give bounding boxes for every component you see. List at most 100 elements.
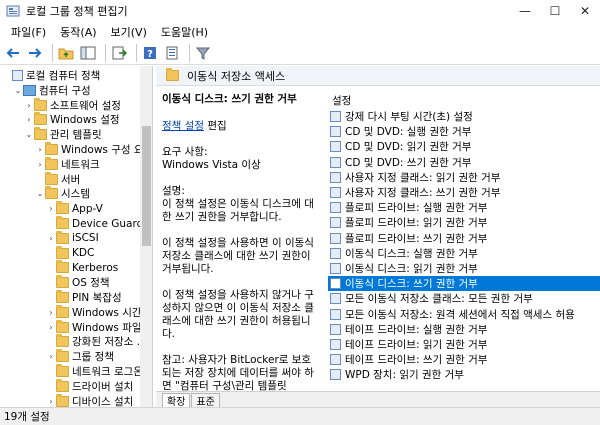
tree-item[interactable]: › App-V xyxy=(46,201,103,216)
tree-item[interactable]: KDC xyxy=(46,245,94,261)
tree-item[interactable]: › 디바이스 설치 xyxy=(46,393,133,407)
chevron-down-icon[interactable]: ⌄ xyxy=(35,189,45,198)
chevron-down-icon[interactable]: ⌄ xyxy=(24,130,34,139)
folder-icon xyxy=(56,364,69,377)
svg-text:?: ? xyxy=(147,49,153,60)
setting-row[interactable]: 테이프 드라이브: 쓰기 권한 거부 xyxy=(328,352,600,367)
policy-setting-icon xyxy=(330,217,341,229)
forward-arrow-icon[interactable] xyxy=(26,44,44,62)
setting-row[interactable]: 모든 이동식 저장소: 원격 세션에서 직접 액세스 허용 xyxy=(328,306,600,321)
setting-row[interactable]: 테이프 드라이브: 읽기 권한 거부 xyxy=(328,337,600,352)
note-text: 참고: 사용자가 BitLocker로 보호되는 저장 장치에 데이터를 써야 … xyxy=(162,354,314,391)
tree-item[interactable]: ⌄ 컴퓨터 구성 xyxy=(13,83,91,98)
setting-row[interactable]: 테이프 드라이브: 실행 권한 거부 xyxy=(328,322,600,337)
requirements-text: 요구 사항: Windows Vista 이상 xyxy=(162,146,261,171)
folder-icon xyxy=(45,156,58,170)
settings-column-header[interactable]: 설정 xyxy=(332,93,351,108)
setting-row[interactable]: 플로피 드라이브: 실행 권한 거부 xyxy=(328,200,600,215)
tab-extended[interactable]: 확장 xyxy=(162,393,191,408)
chevron-right-icon[interactable]: › xyxy=(46,397,56,406)
folder-icon xyxy=(45,171,58,185)
tree-item[interactable]: › 그룹 정책 xyxy=(46,349,114,364)
scrollbar-thumb[interactable] xyxy=(142,126,151,246)
tree-item[interactable]: 네트워크 로그온 xyxy=(46,364,143,379)
tree-item[interactable]: Device Guard xyxy=(46,216,143,231)
chevron-right-icon[interactable]: › xyxy=(46,352,56,361)
setting-row[interactable]: 사용자 지정 클래스: 읽기 권한 거부 xyxy=(328,170,600,185)
policy-setting-icon xyxy=(330,369,341,381)
policy-setting-icon xyxy=(330,293,341,305)
chevron-right-icon[interactable]: › xyxy=(46,204,56,213)
filter-icon[interactable] xyxy=(194,44,212,62)
setting-label: 테이프 드라이브: 쓰기 권한 거부 xyxy=(345,354,488,367)
setting-row[interactable]: 강제 다시 부팅 시간(초) 설정 xyxy=(328,109,600,124)
tree-item[interactable]: › Windows 파일 ... xyxy=(46,319,152,335)
chevron-right-icon[interactable]: › xyxy=(24,115,34,124)
chevron-right-icon[interactable]: › xyxy=(46,308,56,317)
tree-item[interactable]: OS 정책 xyxy=(46,275,110,290)
setting-row[interactable]: CD 및 DVD: 실행 권한 거부 xyxy=(328,124,600,139)
tree-item[interactable]: 로컬 컴퓨터 정책 xyxy=(2,68,100,83)
menu-bar: 파일(F) 동작(A) 보기(V) 도움말(H) xyxy=(0,22,600,41)
setting-row[interactable]: 이동식 디스크: 실행 권한 거부 xyxy=(328,246,600,261)
tree-item[interactable]: 강화된 저장소 ... xyxy=(46,334,147,349)
tree-item[interactable]: 드라이버 설치 xyxy=(46,378,134,394)
setting-row[interactable]: WPD 장치: 읽기 권한 거부 xyxy=(328,367,600,382)
setting-label: 사용자 지정 클래스: 쓰기 권한 거부 xyxy=(345,187,501,200)
setting-row[interactable]: 모든 이동식 저장소 클래스: 모든 권한 거부 xyxy=(328,291,600,306)
chevron-right-icon[interactable]: › xyxy=(35,145,45,154)
tree-item-label: 소프트웨어 설정 xyxy=(50,99,121,112)
setting-label: 모든 이동식 저장소: 원격 세션에서 직접 액세스 허용 xyxy=(345,308,575,321)
minimize-button[interactable]: — xyxy=(510,0,540,22)
setting-row[interactable]: 플로피 드라이브: 쓰기 권한 거부 xyxy=(328,231,600,246)
tree-item[interactable]: PIN 복잡성 xyxy=(46,290,122,305)
settings-list: 강제 다시 부팅 시간(초) 설정 CD 및 DVD: 실행 권한 거부 CD 및 … xyxy=(328,109,600,382)
tree-item[interactable]: › Windows 시간 ... xyxy=(46,304,152,320)
tree-item[interactable]: › Windows 구성 요소 xyxy=(35,142,152,157)
tree-item-label: 관리 템플릿 xyxy=(50,129,102,142)
policy-setting-icon xyxy=(330,278,341,290)
up-folder-icon[interactable] xyxy=(57,44,75,62)
tree-scrollbar[interactable] xyxy=(140,66,152,407)
chevron-right-icon[interactable]: › xyxy=(24,101,34,110)
menu-view[interactable]: 보기(V) xyxy=(104,24,154,40)
content-header: 이동식 저장소 액세스 xyxy=(156,66,600,86)
tree-item[interactable]: ⌄ 관리 템플릿 xyxy=(24,127,102,142)
tab-standard[interactable]: 표준 xyxy=(191,393,220,408)
tree-item[interactable]: 서버 xyxy=(35,171,81,187)
chevron-right-icon[interactable]: › xyxy=(35,160,45,169)
setting-row[interactable]: CD 및 DVD: 쓰기 권한 거부 xyxy=(328,155,600,170)
menu-file[interactable]: 파일(F) xyxy=(4,24,53,40)
tree-item[interactable]: ⌄ 시스템 xyxy=(35,186,90,201)
close-button[interactable]: ✕ xyxy=(570,0,600,22)
menu-action[interactable]: 동작(A) xyxy=(53,24,103,40)
toolbar-separator xyxy=(52,43,53,62)
tree-item[interactable]: › Windows 설정 xyxy=(24,112,120,127)
chevron-down-icon[interactable]: ⌄ xyxy=(13,86,23,95)
chevron-right-icon[interactable]: › xyxy=(46,323,56,332)
maximize-button[interactable]: ☐ xyxy=(540,0,570,22)
setting-row[interactable]: CD 및 DVD: 읽기 권한 거부 xyxy=(328,139,600,154)
show-hide-tree-icon[interactable] xyxy=(79,44,97,62)
chevron-right-icon[interactable]: › xyxy=(46,234,56,243)
tree-item[interactable]: › 소프트웨어 설정 xyxy=(24,97,121,113)
properties-icon[interactable] xyxy=(163,44,181,62)
export-list-icon[interactable] xyxy=(110,44,128,62)
setting-row[interactable]: 이동식 디스크: 쓰기 권한 거부 xyxy=(328,276,600,292)
folder-icon xyxy=(56,260,69,274)
status-bar: 19개 설정 xyxy=(0,407,600,425)
setting-row[interactable]: 사용자 지정 클래스: 쓰기 권한 거부 xyxy=(328,185,600,200)
tree-item-label: 서버 xyxy=(61,173,81,186)
back-arrow-icon[interactable] xyxy=(4,44,22,62)
setting-row[interactable]: 이동식 디스크: 읽기 권한 거부 xyxy=(328,261,600,276)
tree-item[interactable]: Kerberos xyxy=(46,260,118,275)
menu-help[interactable]: 도움말(H) xyxy=(154,24,215,40)
group-policy-icon xyxy=(6,4,20,18)
tree-item[interactable]: › 네트워크 xyxy=(35,156,100,172)
tree-item[interactable]: › iSCSI xyxy=(46,230,99,246)
policy-icon xyxy=(12,70,23,81)
help-icon[interactable]: ? xyxy=(141,44,159,62)
tree-item-label: 드라이버 설치 xyxy=(72,380,134,393)
edit-policy-link[interactable]: 정책 설정 xyxy=(162,120,204,132)
setting-row[interactable]: 플로피 드라이브: 읽기 권한 거부 xyxy=(328,215,600,230)
